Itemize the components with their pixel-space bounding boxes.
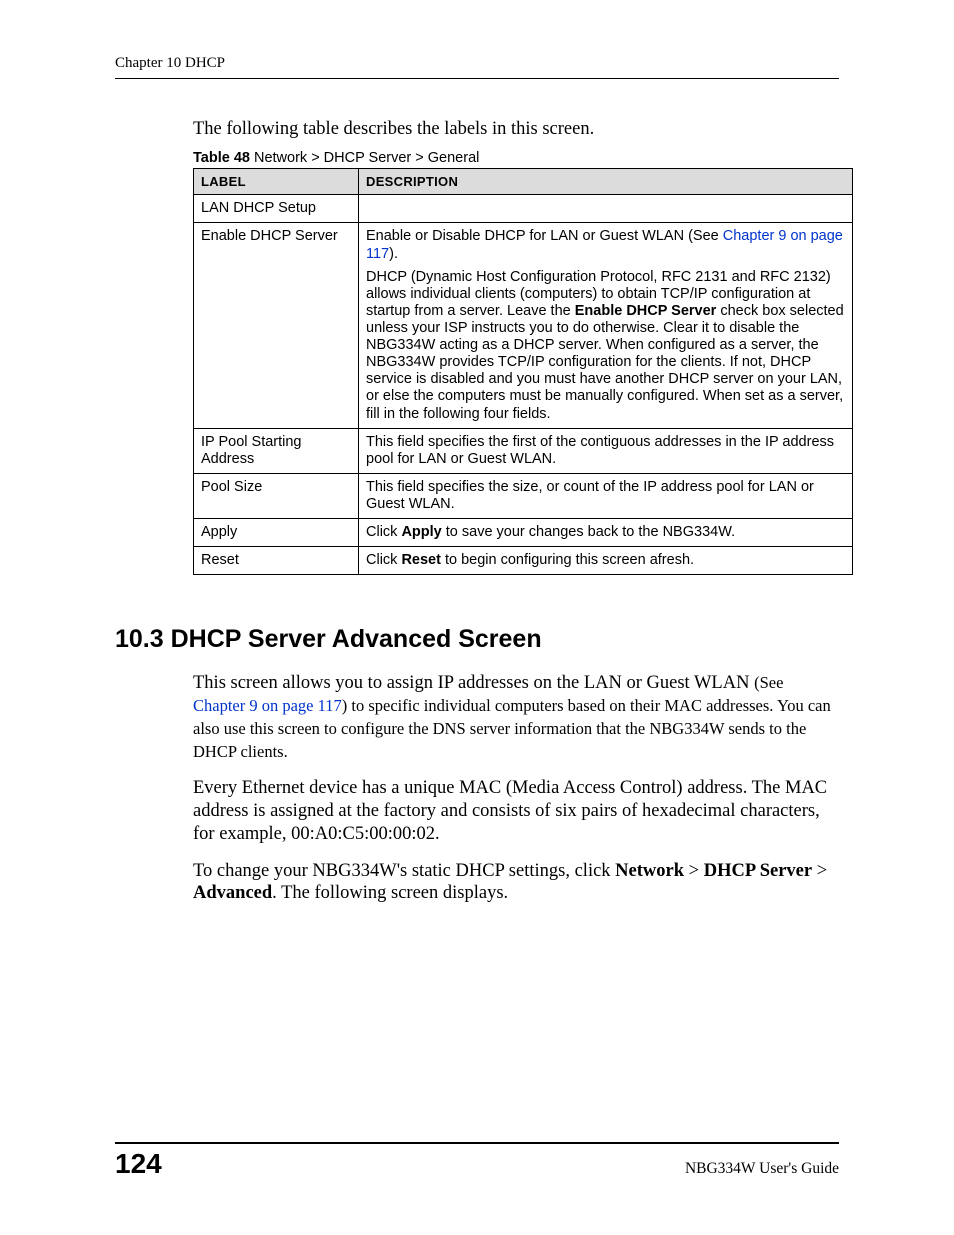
table-caption: Table 48 Network > DHCP Server > General [193, 150, 839, 166]
description-table: LABEL DESCRIPTION LAN DHCP Setup Enable … [193, 168, 853, 575]
header-rule [115, 78, 839, 79]
page-number: 124 [115, 1148, 162, 1180]
p-text: > [684, 861, 704, 881]
cell-label: Pool Size [194, 473, 359, 518]
p-text: . The following screen displays. [272, 883, 508, 903]
nav-bold: Network [615, 861, 684, 881]
page: Chapter 10 DHCP The following table desc… [0, 0, 954, 1235]
body-paragraph: To change your NBG334W's static DHCP set… [193, 860, 839, 906]
cell-desc: Click Apply to save your changes back to… [359, 519, 853, 547]
body-paragraph: Every Ethernet device has a unique MAC (… [193, 777, 839, 845]
table-row: IP Pool Starting Address This field spec… [194, 428, 853, 473]
cell-desc [359, 195, 853, 223]
desc-bold: Apply [401, 524, 441, 540]
th-label: LABEL [194, 169, 359, 195]
p-text: > [812, 861, 827, 881]
desc-bold: Reset [401, 552, 441, 568]
nav-bold: DHCP Server [704, 861, 812, 881]
cell-label: LAN DHCP Setup [194, 195, 359, 223]
see-prefix: (See [754, 673, 783, 692]
section-heading: 10.3 DHCP Server Advanced Screen [115, 625, 839, 654]
body-paragraph: This screen allows you to assign IP addr… [193, 672, 839, 763]
desc-text: Enable or Disable DHCP for LAN or Guest … [366, 228, 723, 244]
cell-label: Apply [194, 519, 359, 547]
table-caption-rest: Network > DHCP Server > General [250, 150, 479, 166]
footer-row: 124 NBG334W User's Guide [115, 1148, 839, 1180]
intro-text: The following table describes the labels… [193, 119, 839, 140]
cell-desc: This field specifies the size, or count … [359, 473, 853, 518]
cell-desc: Click Reset to begin configuring this sc… [359, 547, 853, 575]
desc-text: Click [366, 524, 401, 540]
page-footer: 124 NBG334W User's Guide [115, 1142, 839, 1180]
cell-label: IP Pool Starting Address [194, 428, 359, 473]
nav-bold: Advanced [193, 883, 272, 903]
desc-text: to begin configuring this screen afresh. [441, 552, 694, 568]
cell-desc: This field specifies the first of the co… [359, 428, 853, 473]
th-description: DESCRIPTION [359, 169, 853, 195]
cell-label: Enable DHCP Server [194, 223, 359, 428]
p-text: To change your NBG334W's static DHCP set… [193, 861, 615, 881]
cell-desc: Enable or Disable DHCP for LAN or Guest … [359, 223, 853, 428]
guide-name: NBG334W User's Guide [685, 1160, 839, 1178]
footer-rule [115, 1142, 839, 1144]
table-caption-number: Table 48 [193, 150, 250, 166]
desc-text: check box selected unless your ISP instr… [366, 303, 844, 422]
cross-ref-link[interactable]: Chapter 9 on page 117 [193, 696, 342, 715]
desc-bold: Enable DHCP Server [575, 303, 717, 319]
p-text: This screen allows you to assign IP addr… [193, 673, 754, 693]
table-row: Enable DHCP Server Enable or Disable DHC… [194, 223, 853, 428]
cell-label: Reset [194, 547, 359, 575]
running-head: Chapter 10 DHCP [115, 55, 839, 72]
table-header-row: LABEL DESCRIPTION [194, 169, 853, 195]
desc-text: Click [366, 552, 401, 568]
table-row: Pool Size This field specifies the size,… [194, 473, 853, 518]
table-row: Apply Click Apply to save your changes b… [194, 519, 853, 547]
desc-text: to save your changes back to the NBG334W… [442, 524, 735, 540]
table-row: LAN DHCP Setup [194, 195, 853, 223]
desc-text: ). [389, 246, 398, 262]
table-row: Reset Click Reset to begin configuring t… [194, 547, 853, 575]
